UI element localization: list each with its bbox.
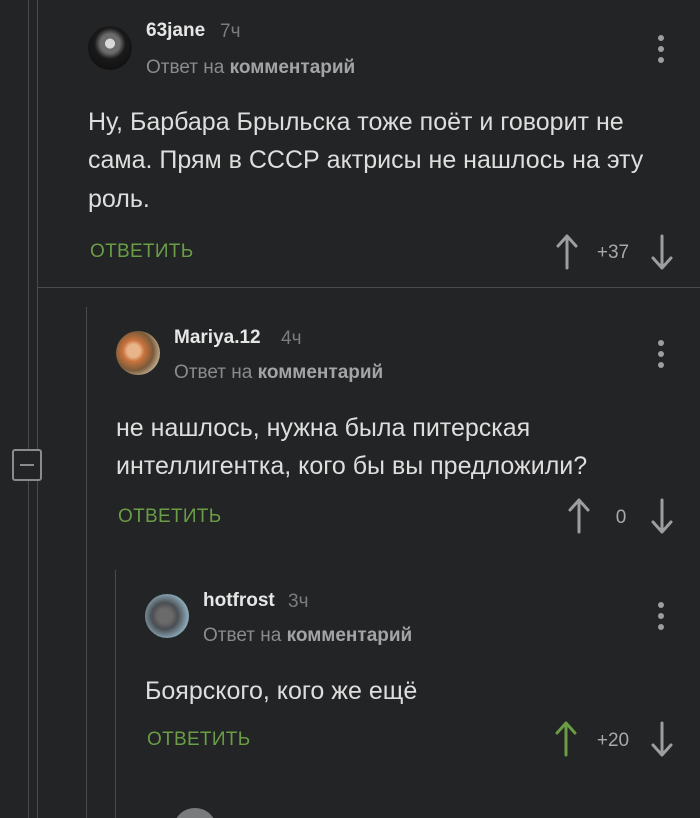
more-menu-icon[interactable] [657,340,665,370]
comment-text: Ну, Барбара Брыльска тоже поёт и говорит… [88,108,644,213]
vote-score: +20 [596,730,630,751]
more-menu-icon[interactable] [657,602,665,632]
reply-prefix: Ответ на [174,362,253,383]
vote-score: +37 [596,242,630,263]
comment-time: 3ч [288,591,309,612]
thread-line [28,481,29,818]
thread-line [37,481,38,818]
reply-button[interactable]: ОТВЕТИТЬ [90,241,193,263]
reply-button[interactable]: ОТВЕТИТЬ [118,506,221,528]
thread-line [86,307,87,818]
downvote-arrow-icon[interactable] [650,234,674,270]
thread-line [115,570,116,818]
reply-target-link[interactable]: комментарий [258,362,384,383]
upvote-arrow-icon[interactable] [567,498,591,534]
upvote-arrow-icon[interactable] [554,721,578,757]
comment-text: Боярского, кого же ещё [145,677,418,705]
author-name[interactable]: 63jane [146,20,205,42]
next-comment-partial [173,808,233,818]
thread-line [37,0,38,449]
reply-button[interactable]: ОТВЕТИТЬ [147,729,250,751]
comment-time: 7ч [220,21,241,42]
downvote-arrow-icon[interactable] [650,721,674,757]
comment-time: 4ч [281,328,302,349]
author-name[interactable]: hotfrost [203,590,275,612]
thread-line [28,0,29,449]
avatar[interactable] [173,808,217,818]
reply-prefix: Ответ на [203,625,282,646]
author-name[interactable]: Mariya.12 [174,327,261,349]
avatar[interactable] [145,594,189,638]
avatar[interactable] [116,331,160,375]
comment-text: не нашлось, нужна была питерская интелли… [116,414,588,481]
reply-to-text: Ответ на комментарий [146,57,355,79]
vote-score: 0 [615,507,627,528]
reply-to-text: Ответ на комментарий [174,362,383,384]
reply-to-text: Ответ на комментарий [203,625,412,647]
divider [37,287,700,288]
reply-target-link[interactable]: комментарий [230,57,356,78]
avatar[interactable] [88,26,132,70]
reply-target-link[interactable]: комментарий [287,625,413,646]
more-menu-icon[interactable] [657,35,665,65]
downvote-arrow-icon[interactable] [650,498,674,534]
reply-prefix: Ответ на [146,57,225,78]
collapse-thread-button[interactable] [12,449,42,481]
upvote-arrow-icon[interactable] [555,234,579,270]
